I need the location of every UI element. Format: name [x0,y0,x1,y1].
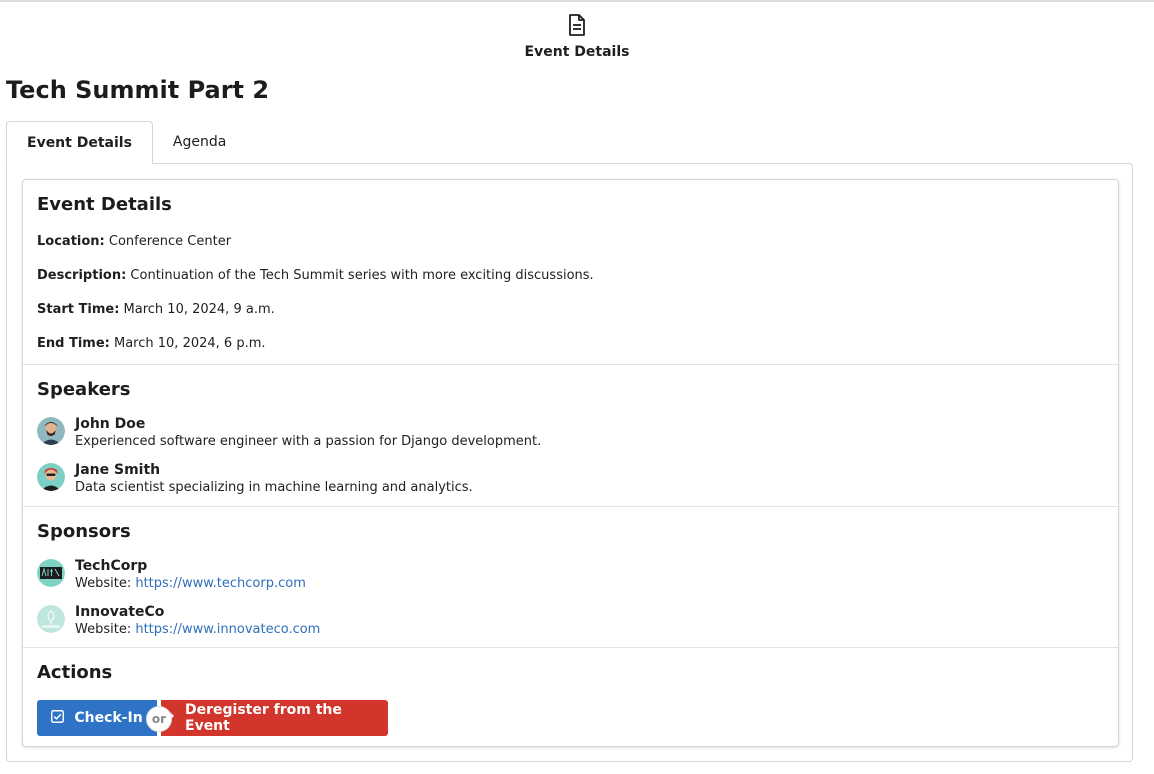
start-time-label: Start Time: [37,302,120,317]
sponsor-link[interactable]: https://www.innovateco.com [135,622,320,637]
end-time-row: End Time: March 10, 2024, 6 p.m. [37,334,1104,354]
sponsor-logo [37,559,65,587]
location-value: Conference Center [108,234,232,249]
sponsor-name: InnovateCo [75,604,165,620]
speaker-avatar [37,417,65,445]
deregister-label: Deregister from the Event [185,702,342,734]
description-value: Continuation of the Tech Summit series w… [130,268,594,283]
event-details-section: Event Details Location: Conference Cente… [23,180,1118,365]
start-time-value: March 10, 2024, 9 a.m. [123,302,275,317]
speaker-item: Jane Smith Data scientist specializing i… [37,461,1104,497]
document-icon [568,14,586,36]
end-time-label: End Time: [37,336,110,351]
speakers-section: Speakers John Doe Experienced software e… [23,365,1118,507]
actions-section: Actions Check-In or Deregister from the … [23,648,1118,746]
details-heading: Event Details [37,194,172,215]
speaker-avatar [37,463,65,491]
sponsor-name: TechCorp [75,558,148,574]
speaker-bio: Data scientist specializing in machine l… [75,480,473,495]
website-label: Website: [75,576,132,591]
website-label: Website: [75,622,132,637]
description-row: Description: Continuation of the Tech Su… [37,266,1104,286]
event-card: Event Details Location: Conference Cente… [22,179,1119,747]
check-in-label: Check-In [74,710,143,726]
start-time-row: Start Time: March 10, 2024, 9 a.m. [37,300,1104,320]
sponsors-section: Sponsors TechCorp Website: https://www.t… [23,507,1118,648]
actions-heading: Actions [37,662,113,683]
header-label: Event Details [524,44,630,60]
action-buttons: Check-In or Deregister from the Event [37,700,1104,736]
location-row: Location: Conference Center [37,232,1104,252]
sponsor-item: InnovateCo Website: https://www.innovate… [37,603,1104,639]
end-time-value: March 10, 2024, 6 p.m. [114,336,266,351]
speaker-bio: Experienced software engineer with a pas… [75,434,542,449]
sponsor-website: Website: https://www.techcorp.com [75,575,306,593]
tab-panel: Event Details Location: Conference Cente… [6,163,1133,762]
deregister-button[interactable]: Deregister from the Event [161,700,388,736]
tab-agenda[interactable]: Agenda [153,121,246,164]
speaker-name: Jane Smith [75,462,161,478]
sponsor-website: Website: https://www.innovateco.com [75,621,320,639]
speaker-name: John Doe [75,416,146,432]
page-header: Event Details [0,14,1154,60]
checkbox-icon [51,709,65,727]
top-border [0,0,1154,2]
description-label: Description: [37,268,127,283]
page-title: Tech Summit Part 2 [6,76,270,104]
sponsor-logo [37,605,65,633]
sponsor-item: TechCorp Website: https://www.techcorp.c… [37,557,1104,593]
sponsor-link[interactable]: https://www.techcorp.com [135,576,306,591]
check-in-button[interactable]: Check-In [37,700,157,736]
location-label: Location: [37,234,105,249]
sponsors-heading: Sponsors [37,521,131,542]
tab-event-details[interactable]: Event Details [6,121,153,164]
or-divider: or [147,707,171,731]
speakers-heading: Speakers [37,379,131,400]
tab-bar: Event Details Agenda [6,121,246,164]
speaker-item: John Doe Experienced software engineer w… [37,415,1104,451]
